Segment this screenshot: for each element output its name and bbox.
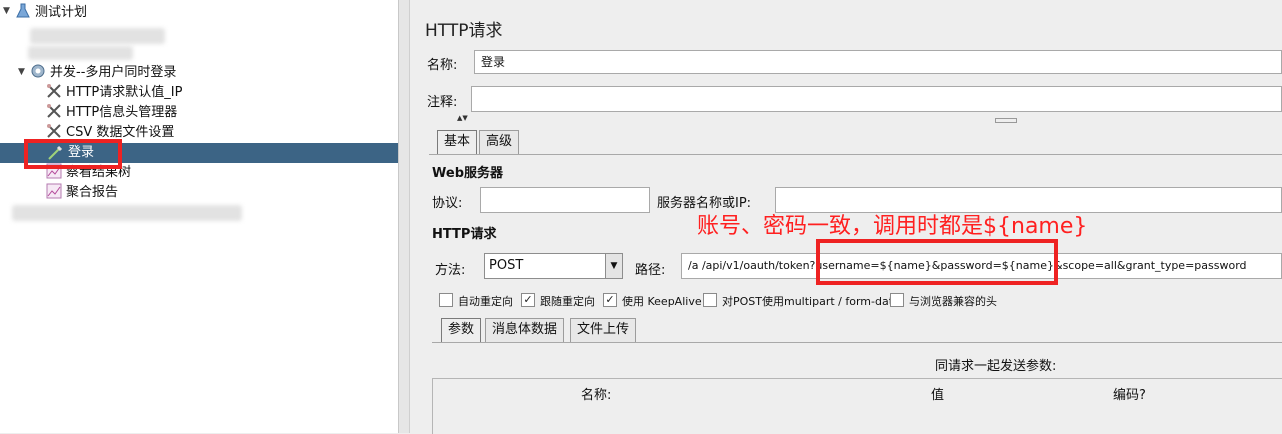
tree-node-header-manager[interactable]: HTTP信息头管理器	[46, 103, 177, 122]
divider	[429, 154, 1282, 155]
tree-node-label: 测试计划	[35, 5, 88, 20]
tab-basic[interactable]: 基本	[437, 130, 478, 154]
redacted-node	[28, 46, 133, 60]
follow-redirect-checkbox[interactable]: ✓	[521, 293, 535, 307]
tree-node-http-defaults[interactable]: HTTP请求默认值_IP	[46, 83, 182, 102]
path-label: 路径:	[635, 263, 666, 278]
multipart-label: 对POST使用multipart / form-data	[722, 295, 900, 308]
auto-redirect-label: 自动重定向	[458, 295, 513, 308]
graph-icon	[46, 183, 62, 199]
tree-node-label: CSV 数据文件设置	[66, 125, 175, 140]
pane-splitter[interactable]	[399, 0, 410, 433]
keepalive-label: 使用 KeepAlive	[622, 295, 702, 308]
protocol-field[interactable]	[480, 187, 650, 213]
tree-node-label: HTTP请求默认值_IP	[66, 85, 183, 100]
redacted-node	[30, 28, 165, 44]
tab-body-data[interactable]: 消息体数据	[485, 318, 565, 342]
wrench-icon	[46, 83, 62, 99]
highlight-box	[816, 239, 1058, 285]
splitter-grip-icon[interactable]	[995, 118, 1017, 123]
name-field[interactable]: 登录	[474, 50, 1282, 74]
wrench-icon	[46, 123, 62, 139]
params-table[interactable]: 名称: 值 编码?	[432, 378, 1282, 434]
comment-label: 注释:	[427, 95, 458, 110]
params-caption: 同请求一起发送参数:	[935, 359, 1057, 374]
protocol-label: 协议:	[432, 196, 463, 211]
tree-node-aggregate-report[interactable]: 聚合报告	[46, 183, 118, 202]
panel-title: HTTP请求	[425, 21, 503, 41]
comment-field[interactable]	[471, 86, 1282, 112]
web-server-heading: Web服务器	[432, 166, 503, 181]
tree-node-label: HTTP信息头管理器	[66, 105, 178, 120]
collapse-arrow-icon[interactable]: ▼	[18, 67, 25, 77]
divider	[432, 342, 1282, 343]
tree-node-thread-group[interactable]: 并发--多用户同时登录	[30, 63, 176, 82]
keepalive-checkbox[interactable]: ✓	[603, 293, 617, 307]
tab-advanced[interactable]: 高级	[479, 130, 520, 154]
chevron-down-icon[interactable]: ▼	[605, 254, 622, 278]
tree-node-label: 聚合报告	[66, 185, 119, 200]
annotation-text: 账号、密码一致，调用时都是${name}	[697, 214, 1088, 239]
tab-file-upload[interactable]: 文件上传	[570, 318, 637, 342]
gear-icon	[30, 63, 46, 79]
method-value: POST	[489, 258, 524, 273]
http-request-panel: HTTP请求 名称: 登录 注释: ▲▼ 基本 高级 Web服务器 协议: 服务…	[410, 0, 1282, 434]
splitter-arrows-icon[interactable]: ▲▼	[457, 114, 468, 122]
tree-node-test-plan[interactable]: 测试计划	[15, 3, 87, 22]
browser-headers-label: 与浏览器兼容的头	[909, 295, 997, 308]
multipart-checkbox[interactable]	[703, 293, 717, 307]
follow-redirect-label: 跟随重定向	[540, 295, 595, 308]
tree-node-label: 并发--多用户同时登录	[50, 65, 177, 80]
tab-parameters[interactable]: 参数	[441, 318, 482, 342]
name-label: 名称:	[427, 58, 458, 73]
collapse-arrow-icon[interactable]: ▼	[3, 6, 10, 16]
column-header-value[interactable]: 值	[931, 384, 944, 403]
auto-redirect-checkbox[interactable]	[439, 293, 453, 307]
browser-headers-checkbox[interactable]	[890, 293, 904, 307]
redacted-node	[12, 205, 242, 221]
column-header-encode[interactable]: 编码?	[1113, 384, 1146, 403]
method-select[interactable]: POST ▼	[484, 253, 623, 279]
test-plan-tree[interactable]: ▼ 测试计划 ▼ 并发--多用户同时登录 HTTP请求默认值_IP HTTP信息…	[0, 0, 399, 433]
wrench-icon	[46, 103, 62, 119]
flask-icon	[15, 3, 31, 19]
method-label: 方法:	[435, 263, 466, 278]
column-header-name[interactable]: 名称:	[581, 384, 611, 403]
highlight-box	[24, 139, 122, 169]
http-request-heading: HTTP请求	[432, 227, 497, 242]
